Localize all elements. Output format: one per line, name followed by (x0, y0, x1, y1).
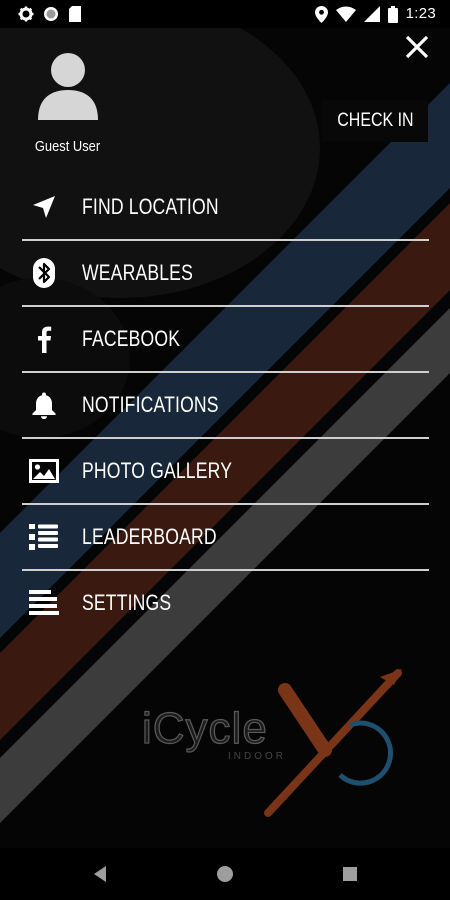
check-in-label: CHECK IN (336, 110, 414, 131)
menu-item-label: LEADERBOARD (82, 524, 217, 549)
status-bar: 1:23 (0, 0, 450, 28)
menu-item-leaderboard[interactable]: LEADERBOARD (22, 505, 429, 569)
logo-sub: INDOOR (228, 751, 286, 762)
home-icon[interactable] (213, 862, 237, 886)
location-pin-icon (314, 5, 328, 23)
menu-item-label: SETTINGS (82, 590, 172, 615)
menu-item-settings[interactable]: SETTINGS (22, 571, 429, 635)
check-in-button[interactable]: CHECK IN (322, 100, 428, 142)
system-nav-bar (0, 848, 450, 900)
menu-item-label: FIND LOCATION (82, 194, 219, 219)
navigation-arrow-icon (33, 196, 55, 218)
menu-item-label: WEARABLES (82, 260, 193, 285)
settings-list-icon (29, 590, 59, 615)
settings-icon (18, 6, 34, 22)
status-time: 1:23 (405, 5, 436, 22)
user-name: Guest User (34, 138, 101, 155)
logo-text: iCycle (142, 704, 268, 753)
menu-item-notifications[interactable]: NOTIFICATIONS (22, 373, 429, 437)
facebook-icon (38, 326, 52, 353)
circle-icon (44, 7, 58, 21)
close-icon[interactable] (402, 32, 432, 62)
icyclex-logo: iCycle INDOOR (141, 669, 402, 817)
wifi-icon (335, 6, 356, 22)
back-icon[interactable] (88, 862, 112, 886)
menu-item-label: NOTIFICATIONS (82, 392, 219, 417)
menu-item-photo-gallery[interactable]: PHOTO GALLERY (22, 439, 429, 503)
menu-item-label: FACEBOOK (82, 326, 181, 351)
recents-icon[interactable] (338, 862, 362, 886)
menu-item-label: PHOTO GALLERY (82, 458, 233, 483)
user-profile[interactable]: Guest User (25, 48, 110, 157)
sd-card-icon (69, 6, 81, 22)
bell-icon (32, 392, 56, 419)
bluetooth-icon (33, 258, 55, 288)
battery-icon (387, 5, 398, 23)
avatar (37, 53, 98, 120)
drawer-menu: FIND LOCATION WEARABLES FACEBOOK NOTIFIC… (22, 175, 429, 635)
menu-item-wearables[interactable]: WEARABLES (22, 241, 429, 305)
ranked-list-icon (29, 524, 58, 550)
signal-icon (363, 6, 380, 22)
menu-item-facebook[interactable]: FACEBOOK (22, 307, 429, 371)
menu-item-find-location[interactable]: FIND LOCATION (22, 175, 429, 239)
image-icon (29, 459, 59, 483)
